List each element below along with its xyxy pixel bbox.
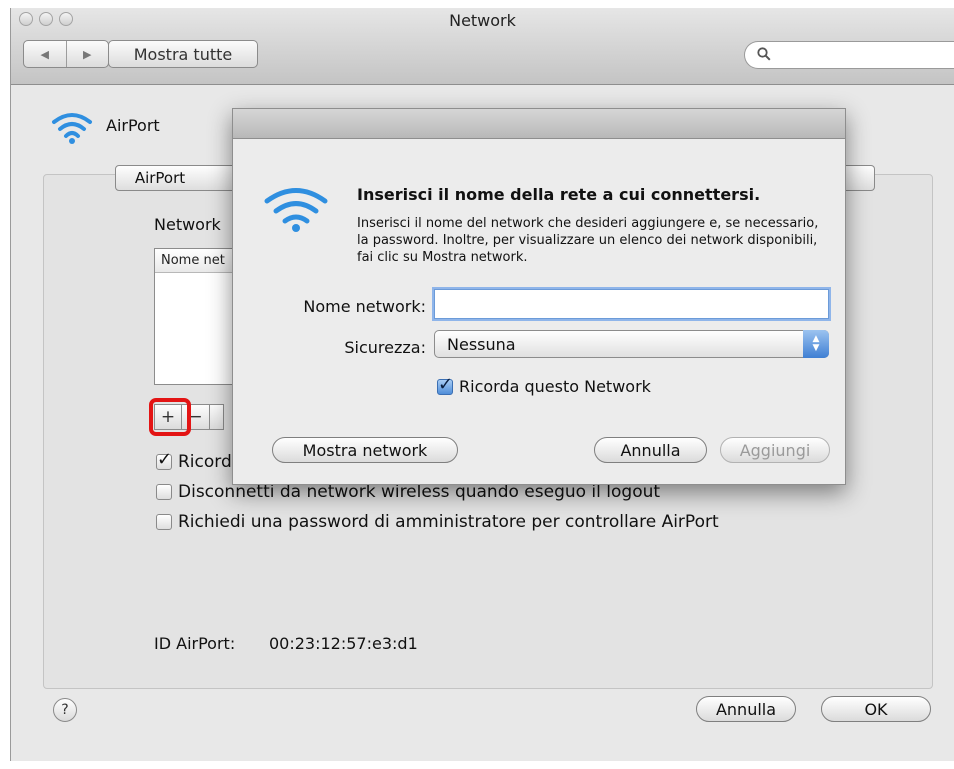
disconnect-on-logout-checkbox[interactable] xyxy=(156,484,172,500)
sheet-description: Inserisci il nome del network che deside… xyxy=(357,216,819,265)
search-icon xyxy=(757,47,771,65)
remember-networks-option[interactable]: Ricord xyxy=(156,449,232,472)
wifi-icon xyxy=(263,184,329,240)
back-button[interactable]: ◀ xyxy=(24,41,66,67)
require-admin-password-checkbox[interactable] xyxy=(156,514,172,530)
remember-networks-label: Ricord xyxy=(178,452,232,472)
airport-header-label: AirPort xyxy=(106,116,160,135)
tab-next[interactable] xyxy=(204,165,234,191)
help-button[interactable]: ? xyxy=(53,698,77,722)
edit-network-button[interactable] xyxy=(210,404,224,430)
preferred-networks-table[interactable]: Nome net xyxy=(154,248,244,385)
network-name-column-header[interactable]: Nome net xyxy=(155,249,243,273)
network-name-label: Nome network: xyxy=(303,297,426,316)
remember-this-network-checkbox[interactable] xyxy=(437,374,453,395)
panel-ok-button[interactable]: OK xyxy=(821,696,931,722)
back-forward-control: ◀ ▶ xyxy=(23,40,109,68)
security-selected-value: Nessuna xyxy=(447,335,516,354)
search-field[interactable] xyxy=(744,41,954,69)
disconnect-on-logout-option[interactable]: Disconnetti da network wireless quando e… xyxy=(156,482,660,502)
add-button-highlight xyxy=(149,398,191,436)
panel-cancel-button[interactable]: Annulla xyxy=(696,696,796,722)
sheet-add-button[interactable]: Aggiungi xyxy=(720,437,830,463)
remember-networks-checkbox[interactable] xyxy=(156,449,172,470)
show-all-button[interactable]: Mostra tutte xyxy=(108,40,258,68)
security-select[interactable]: Nessuna ▲ ▼ xyxy=(434,330,829,358)
network-preferences-window: Network ◀ ▶ Mostra tutte Bluetooth Ether… xyxy=(10,8,954,761)
forward-button[interactable]: ▶ xyxy=(65,41,109,67)
title-bar: Network ◀ ▶ Mostra tutte xyxy=(11,8,954,85)
tab-airport[interactable]: AirPort xyxy=(115,165,205,191)
add-network-sheet: Inserisci il nome della rete a cui conne… xyxy=(232,108,846,485)
show-networks-button[interactable]: Mostra network xyxy=(272,437,458,463)
sheet-cancel-button[interactable]: Annulla xyxy=(594,437,707,463)
disconnect-on-logout-label: Disconnetti da network wireless quando e… xyxy=(178,482,661,502)
airport-id-label: ID AirPort: xyxy=(154,634,236,653)
preferred-networks-label: Network xyxy=(154,215,221,234)
require-admin-password-option[interactable]: Richiedi una password di amministratore … xyxy=(156,512,719,532)
remember-this-network-option[interactable]: Ricorda questo Network xyxy=(437,374,651,396)
tab-last[interactable] xyxy=(841,165,875,191)
sheet-top-bar xyxy=(233,109,845,139)
require-admin-password-label: Richiedi una password di amministratore … xyxy=(178,512,719,532)
security-label: Sicurezza: xyxy=(344,338,426,357)
airport-wifi-icon xyxy=(51,110,93,150)
window-title: Network xyxy=(449,11,516,30)
airport-id-value: 00:23:12:57:e3:d1 xyxy=(269,634,418,653)
remember-this-network-label: Ricorda questo Network xyxy=(459,377,651,396)
sheet-title: Inserisci il nome della rete a cui conne… xyxy=(357,185,761,204)
network-name-input[interactable] xyxy=(434,289,829,319)
updown-arrows-icon: ▲ ▼ xyxy=(803,330,829,358)
